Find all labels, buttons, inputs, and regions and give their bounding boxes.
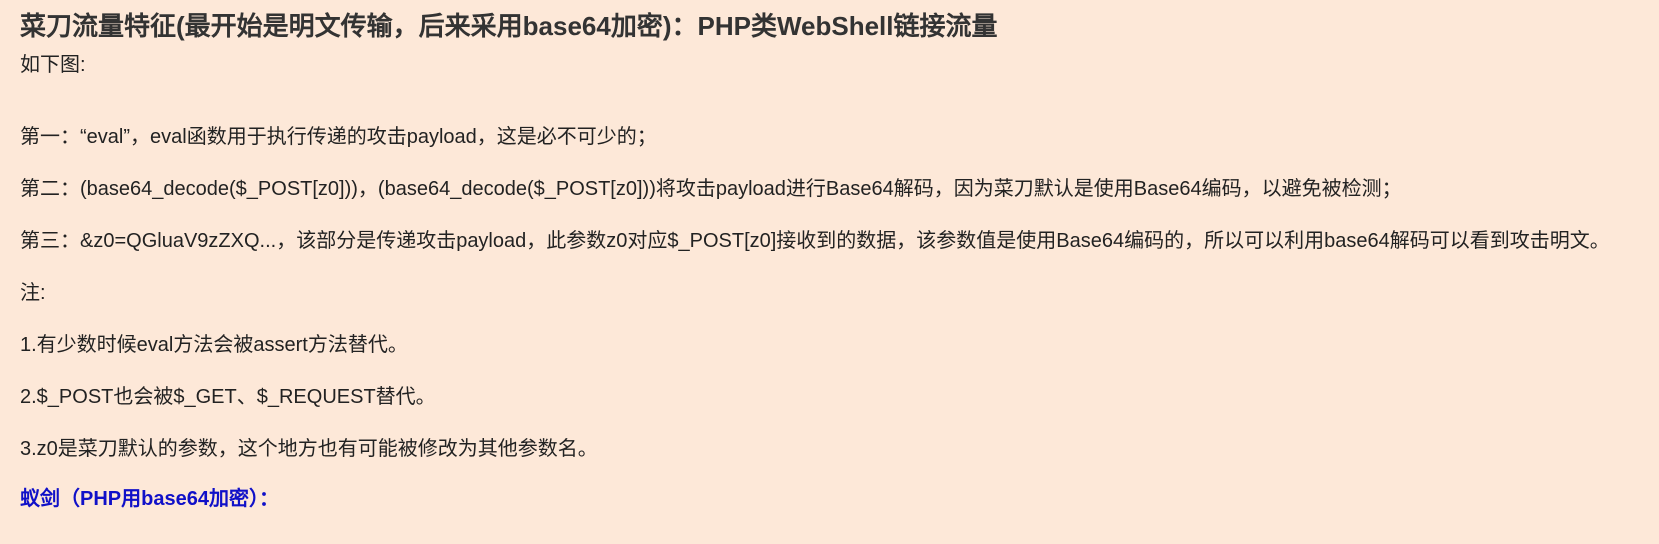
- intro-text: 如下图:: [20, 54, 86, 76]
- note-1-text: 1.有少数时候eval方法会被assert方法替代。: [20, 334, 408, 356]
- point-3-text: 第三：&z0=QGluaV9zZXQ...，该部分是传递攻击payload，此参…: [20, 230, 1610, 252]
- note-2-text: 2.$_POST也会被$_GET、$_REQUEST替代。: [20, 386, 436, 408]
- point-2-text: 第二：(base64_decode($_POST[z0]))，(base64_d…: [20, 178, 1402, 200]
- note-label: 注:: [20, 282, 46, 304]
- article-page: 菜刀流量特征(最开始是明文传输，后来采用base64加密)：PHP类WebShe…: [0, 0, 1659, 544]
- point-1-text: 第一：“eval”，eval函数用于执行传递的攻击payload，这是必不可少的…: [20, 126, 657, 148]
- article-title: 菜刀流量特征(最开始是明文传输，后来采用base64加密)：PHP类WebShe…: [20, 11, 998, 41]
- note-3-text: 3.z0是菜刀默认的参数，这个地方也有可能被修改为其他参数名。: [20, 438, 598, 460]
- antsword-heading: 蚁剑（PHP用base64加密）：: [20, 488, 279, 510]
